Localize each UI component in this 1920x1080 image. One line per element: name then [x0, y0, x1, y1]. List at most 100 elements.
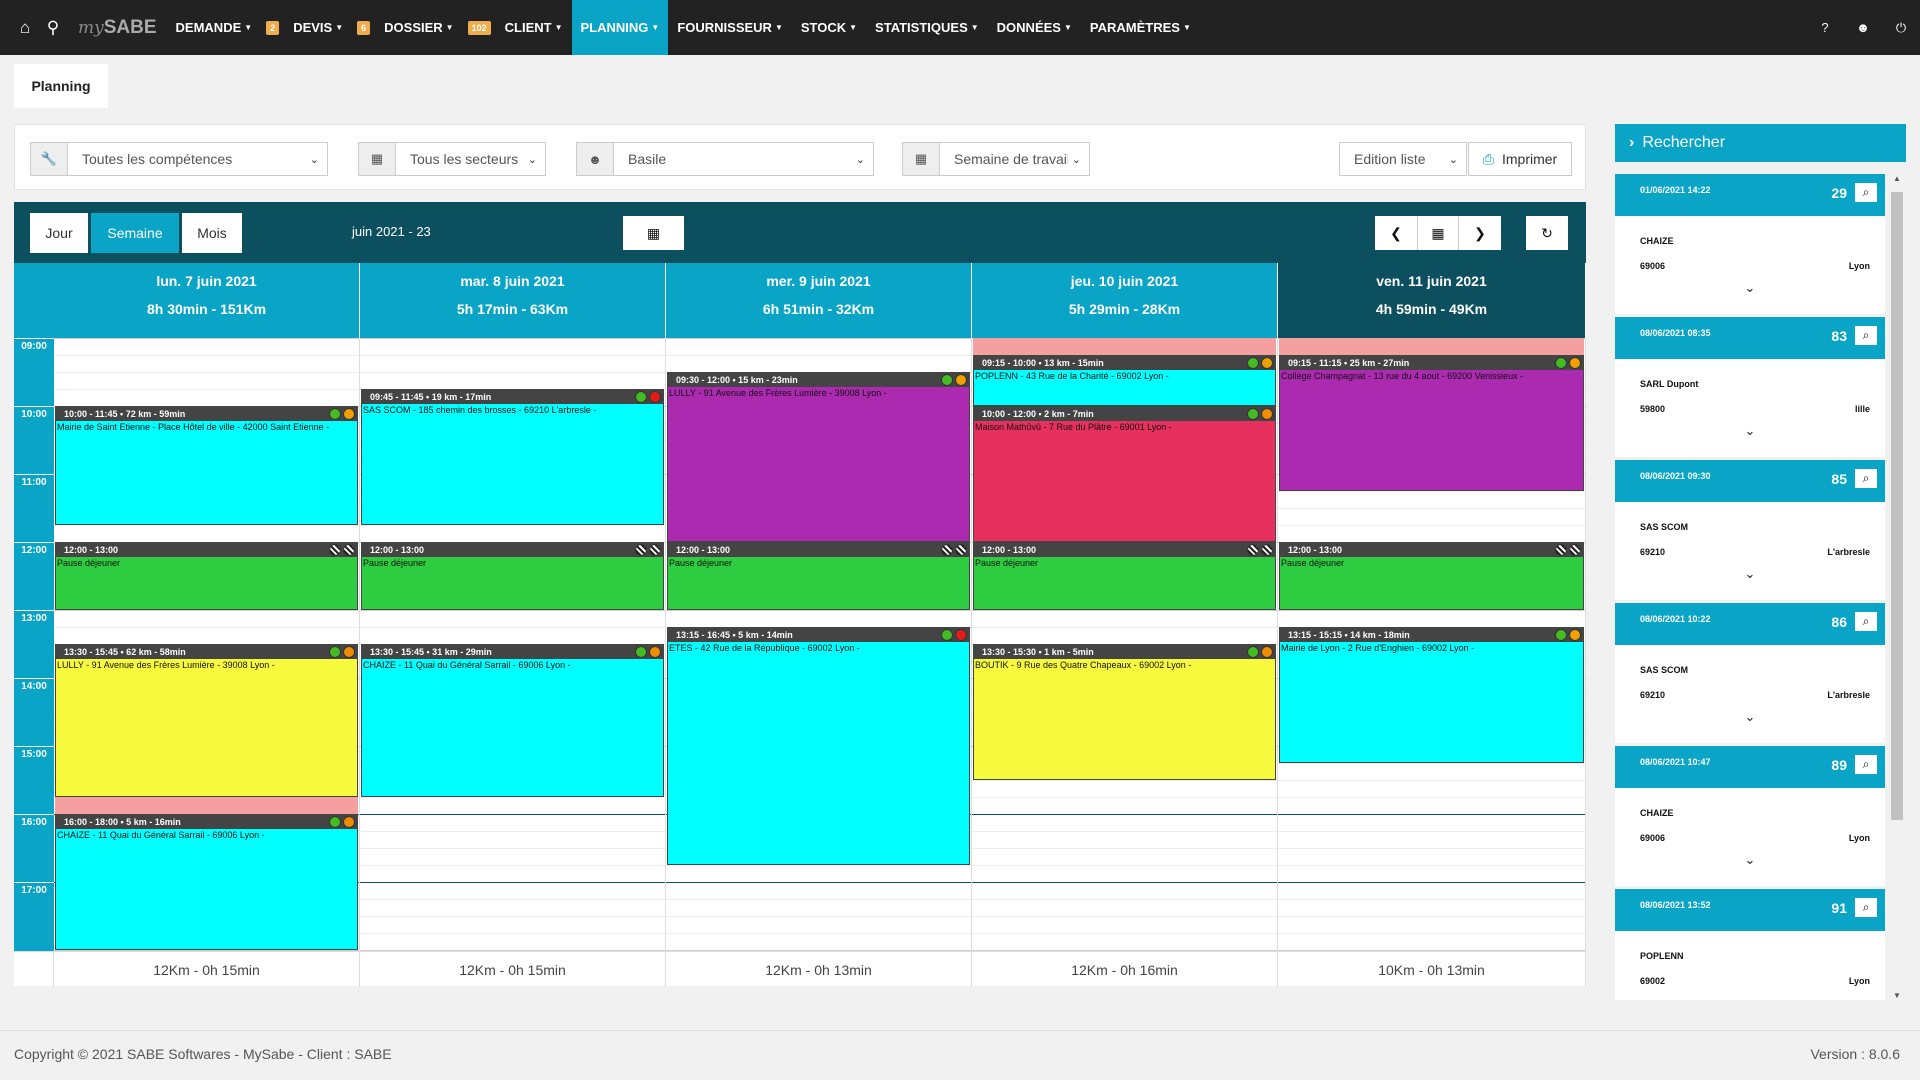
nav-item-client[interactable]: CLIENT ▼ — [496, 0, 572, 55]
day-total: 10Km - 0h 13min — [1278, 952, 1586, 987]
competence-filter[interactable]: 🔧 Toutes les compétences ⌄ — [30, 142, 328, 176]
event-header: 12:00 - 13:00 — [668, 543, 969, 557]
search-result-card[interactable]: 08/06/2021 13:52 91 ⌕ POPLENN 69002 Lyon ⌄ — [1615, 889, 1885, 1000]
day-column[interactable]: 09:45 - 11:45 • 19 km - 17min SAS SCOM - … — [360, 338, 666, 951]
view-month-button[interactable]: Mois — [182, 213, 242, 253]
day-column[interactable]: 09:30 - 12:00 • 15 km - 23min LULLY - 91 … — [666, 338, 972, 951]
status-dot-icon — [1247, 357, 1259, 369]
home-icon[interactable]: ⌂ — [12, 18, 38, 38]
calendar-event[interactable]: 13:30 - 15:30 • 1 km - 5min BOUTIK - 9 Ru… — [973, 644, 1276, 780]
search-result-card[interactable]: 08/06/2021 09:30 85 ⌕ SAS SCOM 69210 L'arbres… — [1615, 460, 1885, 600]
period-filter[interactable]: ▦ Semaine de travail ⌄ — [902, 142, 1090, 176]
day-column[interactable]: 09:15 - 10:00 • 13 km - 15min POPLENN - 4… — [972, 338, 1278, 951]
day-header[interactable]: lun. 7 juin 2021 8h 30min - 151Km — [54, 263, 360, 338]
refresh-button[interactable]: ↻ — [1526, 216, 1568, 250]
calendar-event[interactable]: 09:45 - 11:45 • 19 km - 17min SAS SCOM - … — [361, 389, 664, 525]
scroll-up-icon[interactable]: ▲ — [1888, 174, 1906, 183]
day-header[interactable]: mar. 8 juin 2021 5h 17min - 63Km — [360, 263, 666, 338]
chevron-down-icon[interactable]: ⌄ — [1615, 566, 1885, 582]
calendar-event[interactable]: 10:00 - 12:00 • 2 km - 7min Maison Mathûv… — [973, 406, 1276, 542]
calendar-event[interactable]: 09:15 - 10:00 • 13 km - 15min POPLENN - 4… — [973, 355, 1276, 406]
view-week-button[interactable]: Semaine — [91, 213, 179, 253]
day-header[interactable]: jeu. 10 juin 2021 5h 29min - 28Km — [972, 263, 1278, 338]
search-icon[interactable]: ⌕ — [1855, 898, 1877, 917]
search-icon[interactable]: ⌕ — [1855, 326, 1877, 345]
employee-select-value[interactable]: Basile — [628, 151, 666, 167]
print-button[interactable]: ⎙ Imprimer — [1468, 142, 1572, 176]
chevron-down-icon[interactable]: ⌄ — [1615, 995, 1885, 1000]
calendar-event[interactable]: 12:00 - 13:00 Pause déjeuner — [55, 542, 358, 610]
travel-block[interactable] — [1279, 338, 1584, 355]
search-result-card[interactable]: 01/06/2021 14:22 29 ⌕ CHAIZE 69006 Lyon ⌄ — [1615, 174, 1885, 314]
chevron-down-icon[interactable]: ⌄ — [1615, 280, 1885, 296]
status-dot-icon — [1555, 544, 1567, 556]
calendar-event[interactable]: 13:15 - 15:15 • 14 km - 18min Mairie de L… — [1279, 627, 1584, 763]
nav-item-dossier[interactable]: DOSSIER ▼ — [375, 0, 462, 55]
nav-item-données[interactable]: DONNÉES ▼ — [988, 0, 1081, 55]
nav-item-demande[interactable]: DEMANDE ▼ — [167, 0, 262, 55]
app-logo[interactable]: mySABE — [78, 17, 157, 39]
nav-item-devis[interactable]: DEVIS ▼ — [284, 0, 352, 55]
chevron-down-icon[interactable]: ⌄ — [1615, 423, 1885, 439]
calendar-event[interactable]: 12:00 - 13:00 Pause déjeuner — [973, 542, 1276, 610]
calendar-event[interactable]: 13:15 - 16:45 • 5 km - 14min ETES - 42 Ru… — [667, 627, 970, 865]
mode-select[interactable]: Edition liste ⌄ — [1339, 142, 1467, 176]
power-icon[interactable]: ⏻ — [1882, 20, 1920, 36]
day-header[interactable]: mer. 9 juin 2021 6h 51min - 32Km — [666, 263, 972, 338]
mode-select-value[interactable]: Edition liste — [1354, 151, 1426, 167]
nav-item-stock[interactable]: STOCK ▼ — [792, 0, 866, 55]
calendar-event[interactable]: 12:00 - 13:00 Pause déjeuner — [361, 542, 664, 610]
calendar-event[interactable]: 12:00 - 13:00 Pause déjeuner — [1279, 542, 1584, 610]
chevron-down-icon[interactable]: ⌄ — [1615, 852, 1885, 868]
calendar-event[interactable]: 12:00 - 13:00 Pause déjeuner — [667, 542, 970, 610]
scrollbar-thumb[interactable] — [1891, 192, 1903, 820]
grid-line — [666, 865, 971, 866]
calendar-event[interactable]: 09:15 - 11:15 • 25 km - 27min Collège Cha… — [1279, 355, 1584, 491]
day-column[interactable]: 09:15 - 11:15 • 25 km - 27min Collège Cha… — [1278, 338, 1586, 951]
nav-item-planning[interactable]: PLANNING ▼ — [571, 0, 669, 55]
competence-select-value[interactable]: Toutes les compétences — [82, 151, 232, 167]
nav-item-fournisseur[interactable]: FOURNISSEUR ▼ — [668, 0, 792, 55]
calendar-event[interactable]: 13:30 - 15:45 • 31 km - 29min CHAIZE - 11… — [361, 644, 664, 797]
day-name: jeu. 10 juin 2021 — [1070, 273, 1179, 289]
next-button[interactable]: ❯ — [1459, 216, 1501, 250]
calendar-event[interactable]: 16:00 - 18:00 • 5 km - 16min CHAIZE - 11 … — [55, 814, 358, 950]
previous-button[interactable]: ❮ — [1375, 216, 1417, 250]
calendar-event[interactable]: 09:30 - 12:00 • 15 km - 23min LULLY - 91 … — [667, 372, 970, 542]
status-indicators — [1247, 544, 1273, 556]
page-title-tab[interactable]: Planning — [14, 64, 108, 108]
search-result-card[interactable]: 08/06/2021 10:47 89 ⌕ CHAIZE 69006 Lyon ⌄ — [1615, 746, 1885, 886]
secteur-filter[interactable]: ▦ Tous les secteurs ⌄ — [358, 142, 546, 176]
calendar-event[interactable]: 13:30 - 15:45 • 62 km - 58min LULLY - 91 … — [55, 644, 358, 797]
status-dot-icon — [1261, 408, 1273, 420]
search-icon[interactable]: ⌕ — [1855, 612, 1877, 631]
day-header[interactable]: ven. 11 juin 2021 4h 59min - 49Km — [1278, 263, 1586, 338]
scroll-down-icon[interactable]: ▼ — [1888, 991, 1906, 1000]
nav-item-paramètres[interactable]: PARAMÈTRES ▼ — [1081, 0, 1200, 55]
search-icon[interactable]: ⌕ — [1855, 755, 1877, 774]
employee-filter[interactable]: ☻ Basile ⌄ — [576, 142, 874, 176]
scrollbar[interactable]: ▲ ▼ — [1888, 174, 1906, 1000]
travel-block[interactable] — [973, 338, 1276, 355]
travel-block[interactable] — [55, 797, 358, 814]
card-date: 08/06/2021 10:22 — [1640, 614, 1711, 624]
card-number: 85 — [1831, 471, 1847, 487]
grid-line — [360, 525, 665, 526]
today-button[interactable]: ▦ — [1417, 216, 1459, 250]
search-result-card[interactable]: 08/06/2021 08:35 83 ⌕ SARL Dupont 59800 lille… — [1615, 317, 1885, 457]
search-icon[interactable]: ⌕ — [1855, 469, 1877, 488]
map-view-button[interactable]: ▦ — [623, 216, 684, 250]
search-panel-header[interactable]: › Rechercher — [1615, 124, 1906, 162]
search-result-card[interactable]: 08/06/2021 10:22 86 ⌕ SAS SCOM 69210 L'arbres… — [1615, 603, 1885, 743]
day-column[interactable]: 10:00 - 11:45 • 72 km - 59min Mairie de S… — [54, 338, 360, 951]
secteur-select-value[interactable]: Tous les secteurs — [410, 151, 518, 167]
search-icon[interactable]: ⌕ — [1855, 183, 1877, 202]
nav-item-statistiques[interactable]: STATISTIQUES ▼ — [866, 0, 988, 55]
chevron-down-icon[interactable]: ⌄ — [1615, 709, 1885, 725]
period-select-value[interactable]: Semaine de travail — [954, 151, 1070, 167]
help-icon[interactable]: ? — [1806, 20, 1844, 35]
view-day-button[interactable]: Jour — [30, 213, 88, 253]
map-pin-icon[interactable]: ⚲ — [40, 18, 66, 38]
user-icon[interactable]: ☻ — [1844, 20, 1882, 35]
calendar-event[interactable]: 10:00 - 11:45 • 72 km - 59min Mairie de S… — [55, 406, 358, 525]
